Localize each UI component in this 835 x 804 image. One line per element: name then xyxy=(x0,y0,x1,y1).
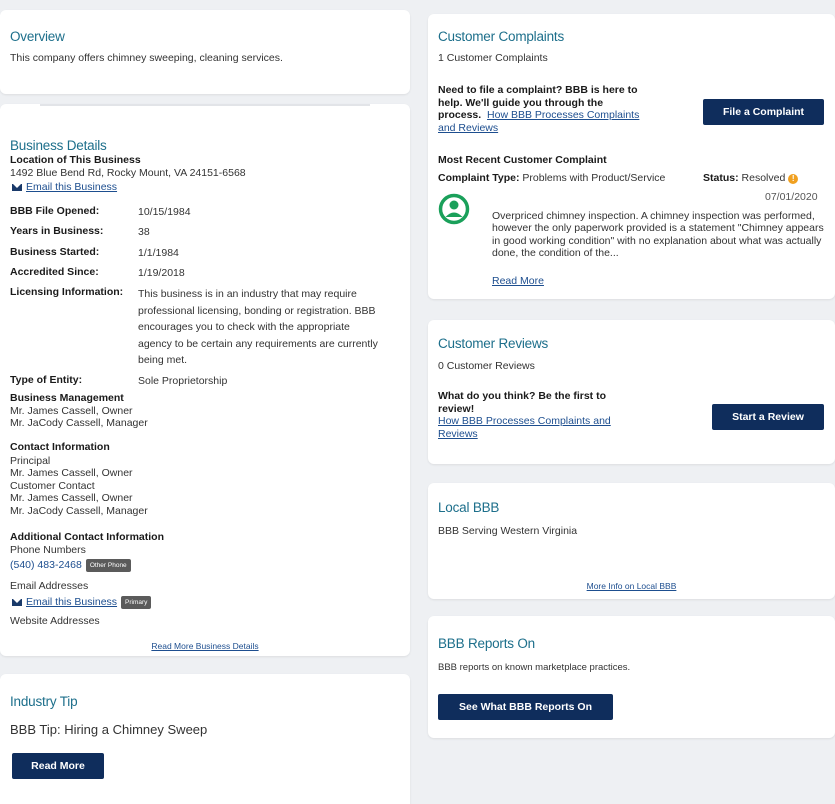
business-details-title: Business Details xyxy=(10,138,107,153)
detail-value: This business is in an industry that may… xyxy=(138,288,378,366)
detail-row: Licensing Information: This business is … xyxy=(10,286,383,369)
complaint-type-value: Problems with Product/Service xyxy=(522,172,666,184)
review-prompt-line: What do you think? Be the first to xyxy=(438,390,606,402)
contact-list: Principal Mr. James Cassell, Owner Custo… xyxy=(10,455,148,517)
contact-item: Principal xyxy=(10,455,51,467)
local-bbb-card: Local BBB BBB Serving Western Virginia M… xyxy=(428,483,835,599)
more-info-local-bbb-link[interactable]: More Info on Local BBB xyxy=(428,580,835,592)
contact-item: Mr. JaCody Cassell, Manager xyxy=(10,504,148,517)
reviews-card: Customer Reviews 0 Customer Reviews What… xyxy=(428,320,835,464)
detail-value: 38 xyxy=(138,226,150,238)
reports-card: BBB Reports On BBB reports on known mark… xyxy=(428,616,835,738)
reports-title: BBB Reports On xyxy=(438,636,535,651)
detail-row: BBB File Opened: 10/15/1984 xyxy=(10,205,191,220)
email-row: Email this Business Primary xyxy=(12,596,152,609)
detail-value: 1/19/2018 xyxy=(138,267,185,279)
detail-key: Type of Entity: xyxy=(10,374,83,386)
detail-key: Business Started: xyxy=(10,246,100,258)
overview-text: This company offers chimney sweeping, cl… xyxy=(10,52,283,64)
management-item: Mr. JaCody Cassell, Manager xyxy=(10,417,148,430)
review-prompt-line: review! xyxy=(438,402,475,415)
card-divider xyxy=(40,104,370,106)
envelope-icon xyxy=(12,184,22,191)
contact-label: Contact Information xyxy=(10,441,110,453)
file-complaint-button[interactable]: File a Complaint xyxy=(703,99,824,125)
contact-item: Mr. James Cassell, Owner xyxy=(10,467,133,480)
reports-text: BBB reports on known marketplace practic… xyxy=(438,662,631,673)
email-addresses-label: Email Addresses xyxy=(10,580,89,592)
complaint-type-row: Complaint Type: Problems with Product/Se… xyxy=(438,172,665,184)
recent-complaint-label: Most Recent Customer Complaint xyxy=(438,154,607,166)
phone-link[interactable]: (540) 483-2468 xyxy=(10,559,82,571)
email-business-link-text[interactable]: Email this Business xyxy=(26,181,117,193)
detail-key: Years in Business: xyxy=(10,225,104,237)
complaints-title: Customer Complaints xyxy=(438,29,564,44)
prompt-line: help. We'll guide you through the xyxy=(438,96,604,109)
reviews-count: 0 Customer Reviews xyxy=(438,360,535,372)
detail-value: 1/1/1984 xyxy=(138,247,179,259)
phone-numbers-label: Phone Numbers xyxy=(10,544,86,556)
local-bbb-text: BBB Serving Western Virginia xyxy=(438,525,578,537)
detail-row: Type of Entity: Sole Proprietorship xyxy=(10,374,227,389)
read-more-details-text[interactable]: Read More Business Details xyxy=(151,641,258,651)
industry-tip-card: Industry Tip BBB Tip: Hiring a Chimney S… xyxy=(0,674,410,804)
envelope-icon xyxy=(12,599,22,606)
email-badge: Primary xyxy=(121,596,152,609)
detail-key: Accredited Since: xyxy=(10,266,99,278)
read-more-details-link[interactable]: Read More Business Details xyxy=(0,640,410,652)
reviews-title: Customer Reviews xyxy=(438,336,549,351)
location-label: Location of This Business xyxy=(10,154,141,166)
email-business-link[interactable]: Email this Business xyxy=(12,181,117,193)
detail-value: 10/15/1984 xyxy=(138,206,191,218)
additional-contact-label: Additional Contact Information xyxy=(10,531,164,543)
management-item: Mr. James Cassell, Owner xyxy=(10,405,133,417)
phone-badge: Other Phone xyxy=(85,559,131,572)
complaint-date: 07/01/2020 xyxy=(765,191,818,203)
industry-tip-title: Industry Tip xyxy=(10,694,78,709)
detail-key: Licensing Information: xyxy=(10,286,124,298)
local-bbb-title: Local BBB xyxy=(438,500,500,515)
detail-key: BBB File Opened: xyxy=(10,205,100,217)
management-label: Business Management xyxy=(10,392,124,404)
detail-row: Accredited Since: 1/19/2018 xyxy=(10,266,185,281)
complaint-type-label: Complaint Type: xyxy=(438,172,520,184)
complaint-status-row: Status: Resolved ! xyxy=(703,172,799,184)
detail-row: Years in Business: 38 xyxy=(10,225,150,240)
status-label: Status: xyxy=(703,172,739,184)
overview-title: Overview xyxy=(10,29,65,44)
phone-row: (540) 483-2468 Other Phone xyxy=(10,559,131,572)
overview-card: Overview This company offers chimney swe… xyxy=(0,10,410,94)
see-reports-button[interactable]: See What BBB Reports On xyxy=(438,694,613,720)
status-value: Resolved xyxy=(741,172,786,184)
email-business-link-2[interactable]: Email this Business xyxy=(26,596,117,608)
complaint-body: Overpriced chimney inspection. A chimney… xyxy=(492,210,824,259)
business-address: 1492 Blue Bend Rd, Rocky Mount, VA 24151… xyxy=(10,167,246,179)
complaints-count: 1 Customer Complaints xyxy=(438,52,548,64)
contact-item: Mr. James Cassell, Owner xyxy=(10,492,133,505)
complaint-prompt: Need to file a complaint? BBB is here to… xyxy=(438,84,683,134)
detail-value: Sole Proprietorship xyxy=(138,375,228,387)
review-process-link[interactable]: How BBB Processes Complaints and xyxy=(438,415,611,427)
industry-tip-text: BBB Tip: Hiring a Chimney Sweep xyxy=(10,722,208,737)
management-list: Mr. James Cassell, Owner Mr. JaCody Cass… xyxy=(10,405,148,430)
more-info-local-bbb-text[interactable]: More Info on Local BBB xyxy=(587,581,677,591)
user-avatar-icon xyxy=(438,193,470,225)
process-link-cont[interactable]: and Reviews xyxy=(438,122,498,134)
read-more-button[interactable]: Read More xyxy=(12,753,104,779)
process-link[interactable]: How BBB Processes Complaints xyxy=(487,109,639,121)
review-prompt: What do you think? Be the first to revie… xyxy=(438,390,683,440)
detail-row: Business Started: 1/1/1984 xyxy=(10,246,179,261)
business-details-card: Business Details Location of This Busine… xyxy=(0,104,410,656)
prompt-line: process. xyxy=(438,109,482,121)
start-review-button[interactable]: Start a Review xyxy=(712,404,824,430)
complaints-card: Customer Complaints 1 Customer Complaint… xyxy=(428,14,835,299)
contact-item: Customer Contact xyxy=(10,479,95,492)
status-info-icon: ! xyxy=(788,174,799,184)
complaint-read-more-text[interactable]: Read More xyxy=(492,275,544,287)
review-process-link-cont[interactable]: Reviews xyxy=(438,428,478,440)
complaint-read-more-link[interactable]: Read More xyxy=(492,275,544,287)
prompt-line: Need to file a complaint? BBB is here to xyxy=(438,84,638,96)
fade-overlay xyxy=(0,626,410,636)
